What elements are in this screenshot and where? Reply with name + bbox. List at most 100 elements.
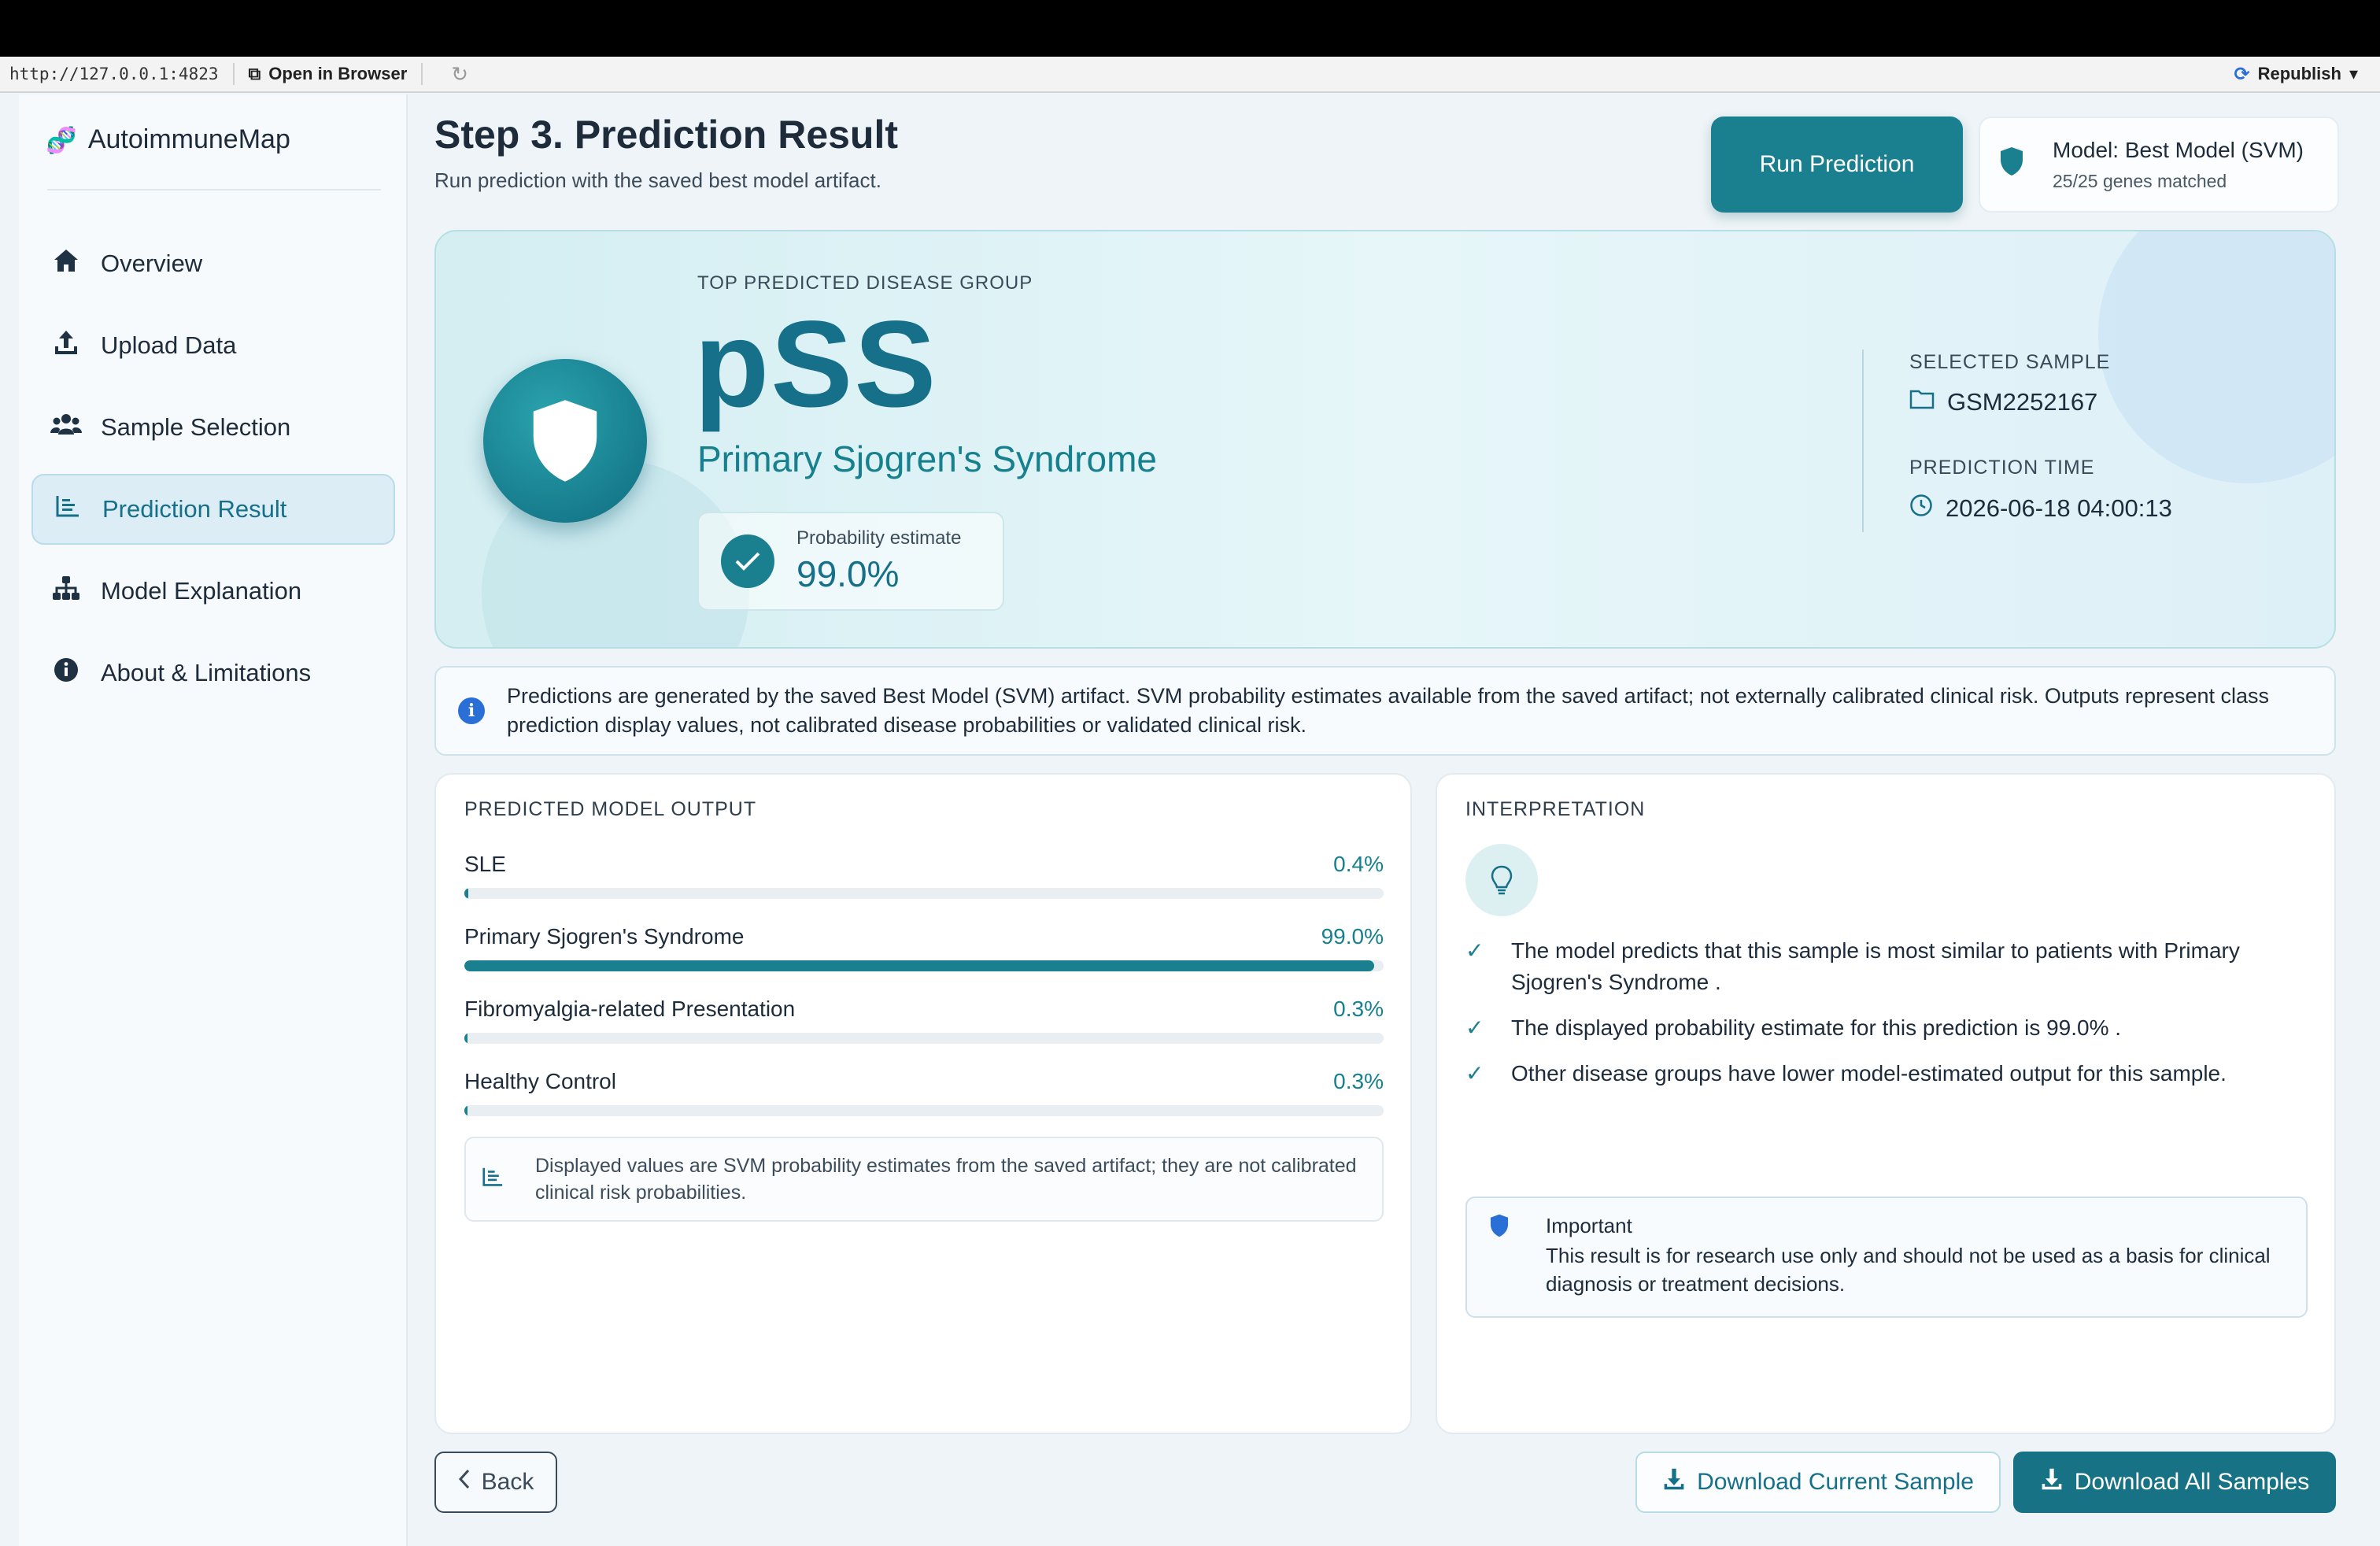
selected-sample-value: GSM2252167	[1947, 388, 2098, 416]
sidebar-item-label: Overview	[101, 250, 203, 277]
prediction-time-value: 2026-06-18 04:00:13	[1946, 494, 2172, 522]
toolbar-divider	[421, 63, 423, 85]
download-current-sample-button[interactable]: Download Current Sample	[1635, 1452, 2001, 1513]
output-label: Fibromyalgia-related Presentation	[464, 997, 796, 1021]
top-prediction-eyebrow: TOP PREDICTED DISEASE GROUP	[697, 272, 1033, 294]
probability-value: 99.0%	[796, 553, 900, 594]
external-window-icon: ⧉	[248, 64, 261, 83]
panel-title: PREDICTED MODEL OUTPUT	[464, 798, 757, 820]
selected-sample-label: SELECTED SAMPLE	[1909, 351, 2111, 373]
list-item: ✓ The displayed probability estimate for…	[1465, 1012, 2315, 1044]
brand-name: AutoimmuneMap	[87, 124, 290, 154]
output-fill	[464, 960, 1375, 971]
back-label: Back	[481, 1469, 534, 1495]
check-icon: ✓	[1465, 1061, 1484, 1086]
interpretation-text: The displayed probability estimate for t…	[1511, 1015, 2122, 1040]
sidebar-item-label: About & Limitations	[101, 659, 312, 686]
predicted-abbrev: pSS	[694, 296, 938, 433]
model-notice: i Predictions are generated by the saved…	[434, 666, 2336, 756]
check-icon: ✓	[1465, 1015, 1484, 1040]
home-icon	[50, 248, 82, 279]
shield-icon	[1999, 146, 2024, 183]
chevron-down-icon: ▾	[2349, 64, 2358, 83]
refresh-icon[interactable]: ↻	[451, 62, 468, 87]
model-notice-text: Predictions are generated by the saved B…	[507, 684, 2270, 737]
upload-icon	[50, 329, 82, 362]
info-icon	[50, 657, 82, 689]
sidebar-item-label: Prediction Result	[102, 495, 287, 523]
prediction-badge	[483, 359, 647, 523]
download-icon	[2040, 1467, 2064, 1497]
republish-icon: ⟳	[2234, 63, 2250, 85]
page-title: Step 3. Prediction Result	[434, 113, 899, 157]
sidebar-item-label: Sample Selection	[101, 413, 291, 441]
model-name: Model: Best Model (SVM)	[2053, 137, 2304, 162]
output-fill	[464, 1033, 468, 1044]
selected-sample-row: GSM2252167	[1909, 388, 2110, 416]
output-fill	[464, 888, 468, 899]
hero-divider	[1862, 350, 1864, 532]
sidebar-divider	[47, 189, 381, 190]
sidebar-nav: Overview Upload Data Sample Selection Pr…	[31, 228, 395, 719]
prediction-time-row: 2026-06-18 04:00:13	[1909, 494, 2172, 523]
sidebar-item-upload-data[interactable]: Upload Data	[31, 310, 395, 381]
sidebar: 🧬 AutoimmuneMap Overview Upload Data Sam…	[19, 94, 408, 1546]
brand[interactable]: 🧬 AutoimmuneMap	[46, 124, 290, 155]
output-track	[464, 1033, 1384, 1044]
sidebar-item-sample-selection[interactable]: Sample Selection	[31, 392, 395, 463]
check-icon: ✓	[1465, 938, 1484, 963]
output-note: Displayed values are SVM probability est…	[464, 1137, 1384, 1222]
output-label: Primary Sjogren's Syndrome	[464, 924, 745, 949]
selected-sample-block: SELECTED SAMPLE GSM2252167	[1909, 351, 2110, 416]
clock-icon	[1909, 494, 1933, 523]
output-row-healthy-control: Healthy Control 0.3%	[464, 1069, 1384, 1116]
output-note-text: Displayed values are SVM probability est…	[535, 1155, 1357, 1204]
predicted-output-panel: PREDICTED MODEL OUTPUT SLE 0.4% Primary …	[434, 773, 1412, 1434]
shield-icon	[1489, 1214, 1510, 1316]
output-percent: 99.0%	[1321, 924, 1384, 949]
sidebar-item-model-explanation[interactable]: Model Explanation	[31, 556, 395, 627]
probability-box: Probability estimate 99.0%	[697, 512, 1004, 611]
run-prediction-button[interactable]: Run Prediction	[1711, 117, 1963, 213]
sidebar-item-about-limitations[interactable]: About & Limitations	[31, 638, 395, 708]
predicted-full-name: Primary Sjogren's Syndrome	[697, 438, 1157, 479]
open-in-browser-label: Open in Browser	[268, 64, 408, 83]
list-item: ✓ The model predicts that this sample is…	[1465, 935, 2315, 998]
output-percent: 0.3%	[1333, 1069, 1384, 1093]
output-row-fibromyalgia: Fibromyalgia-related Presentation 0.3%	[464, 997, 1384, 1044]
interpretation-text: Other disease groups have lower model-es…	[1511, 1061, 2227, 1086]
sidebar-item-label: Upload Data	[101, 331, 237, 359]
chevron-left-icon	[458, 1469, 471, 1496]
prediction-time-block: PREDICTION TIME 2026-06-18 04:00:13	[1909, 457, 2172, 523]
download-all-samples-button[interactable]: Download All Samples	[2013, 1452, 2336, 1513]
hierarchy-icon	[50, 575, 82, 607]
download-icon	[1662, 1467, 1686, 1497]
folder-icon	[1909, 389, 1935, 416]
sidebar-item-overview[interactable]: Overview	[31, 228, 395, 299]
sidebar-item-label: Model Explanation	[101, 577, 302, 605]
list-item: ✓ Other disease groups have lower model-…	[1465, 1058, 2315, 1089]
model-info-card: Model: Best Model (SVM) 25/25 genes matc…	[1979, 117, 2339, 213]
url-text[interactable]: http://127.0.0.1:4823	[0, 65, 219, 83]
page-subtitle: Run prediction with the saved best model…	[434, 168, 881, 192]
open-in-browser-button[interactable]: ⧉ Open in Browser	[249, 64, 408, 84]
sidebar-item-prediction-result[interactable]: Prediction Result	[31, 474, 395, 545]
interpretation-panel: INTERPRETATION ✓ The model predicts that…	[1436, 773, 2336, 1434]
panel-title: INTERPRETATION	[1465, 798, 1646, 820]
probability-label: Probability estimate	[796, 527, 962, 549]
republish-button[interactable]: ⟳ Republish ▾	[2234, 63, 2359, 86]
interpretation-list: ✓ The model predicts that this sample is…	[1465, 935, 2315, 1104]
output-row-pss: Primary Sjogren's Syndrome 99.0%	[464, 924, 1384, 971]
info-icon: i	[458, 697, 485, 724]
output-track	[464, 960, 1384, 971]
important-callout: Important This result is for research us…	[1465, 1196, 2308, 1318]
shield-icon	[533, 400, 597, 482]
genes-matched: 25/25 genes matched	[2053, 170, 2227, 191]
republish-label: Republish	[2257, 64, 2341, 83]
important-text: This result is for research use only and…	[1546, 1244, 2271, 1296]
download-current-label: Download Current Sample	[1697, 1469, 1974, 1495]
output-track	[464, 888, 1384, 899]
output-percent: 0.4%	[1333, 852, 1384, 876]
dna-icon: 🧬	[46, 125, 77, 154]
back-button[interactable]: Back	[434, 1452, 557, 1513]
